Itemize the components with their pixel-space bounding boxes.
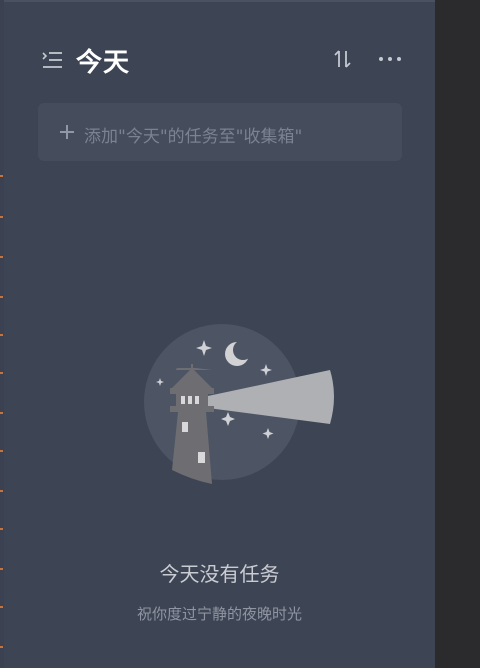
timeline-tick <box>0 175 3 177</box>
page-title: 今天 <box>76 48 131 78</box>
timeline-tick <box>0 528 3 530</box>
today-panel: 今天 添加"今天"的任务至"收集箱" 今天没有任务 祝你度过宁静的夜晚时光 <box>4 0 435 668</box>
timeline-tick <box>0 606 3 608</box>
add-task-placeholder: 添加"今天"的任务至"收集箱" <box>84 127 303 147</box>
empty-state-title: 今天没有任务 <box>159 562 280 586</box>
list-collapse-icon[interactable] <box>40 48 64 72</box>
detail-pane <box>435 0 480 668</box>
timeline-tick <box>0 256 3 258</box>
timeline-tick <box>0 450 3 452</box>
empty-state-subtitle: 祝你度过宁静的夜晚时光 <box>136 605 302 623</box>
timeline-tick <box>0 296 3 298</box>
lighthouse-night-illustration <box>140 320 340 490</box>
timeline-tick <box>0 412 3 414</box>
timeline-tick <box>0 372 3 374</box>
timeline-tick <box>0 490 3 492</box>
plus-icon <box>58 123 76 141</box>
timeline-tick <box>0 334 3 336</box>
panel-header: 今天 <box>4 40 435 80</box>
timeline-tick <box>0 216 3 218</box>
timeline-tick <box>0 646 3 648</box>
add-task-input[interactable]: 添加"今天"的任务至"收集箱" <box>38 103 402 161</box>
sort-arrows-icon[interactable] <box>330 46 356 72</box>
timeline-tick <box>0 568 3 570</box>
more-horizontal-icon[interactable] <box>376 46 404 72</box>
